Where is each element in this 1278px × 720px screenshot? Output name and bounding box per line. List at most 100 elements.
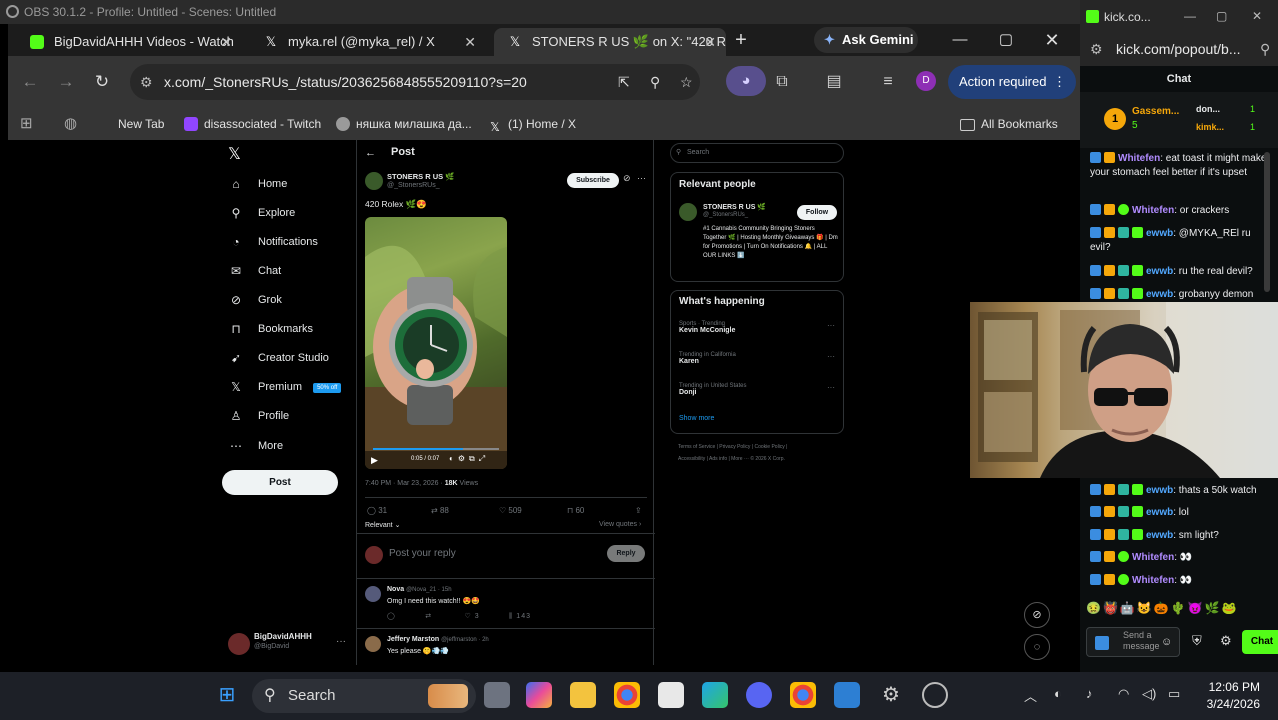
nav-notifications[interactable]: ◔ Notifications	[228, 232, 318, 252]
tweet-video[interactable]: ▶ 0:05 / 0:07 ◐⚙⧉⤢	[365, 217, 507, 469]
author-avatar[interactable]	[365, 172, 383, 190]
action-required-button[interactable]: Action required ⋮	[948, 65, 1076, 99]
settings-gear-icon[interactable]: ⚙	[1220, 633, 1232, 649]
tray-app-icon[interactable]: ◐	[1054, 686, 1062, 701]
store-icon[interactable]	[658, 682, 684, 708]
app-icon[interactable]	[834, 682, 860, 708]
file-explorer-icon[interactable]	[570, 682, 596, 708]
tab-kick[interactable]: BigDavidAHHH Videos - Watch ✕	[16, 28, 242, 56]
chat-bubble-icon[interactable]: ◌	[1024, 634, 1050, 660]
nav-home[interactable]: ⌂ Home	[228, 174, 287, 194]
reply-actions[interactable]: ◯ ⇄ ♡ 3 ⫼ 143	[387, 612, 531, 621]
volume-icon[interactable]: ◁)	[1142, 686, 1156, 702]
bookmark-home-x[interactable]: 𝕏 (1) Home / X	[488, 108, 576, 140]
close-window-icon[interactable]: ✕	[1252, 9, 1262, 23]
bookmark-new-tab[interactable]: New Tab	[118, 108, 164, 140]
globe-icon[interactable]: ◍	[64, 108, 77, 140]
zoom-icon[interactable]: ⚲	[650, 64, 660, 100]
nav-more[interactable]: ⋯ More	[228, 436, 283, 456]
all-bookmarks[interactable]: All Bookmarks	[960, 108, 1058, 140]
battery-icon[interactable]: ▭	[1168, 686, 1180, 702]
footer-links[interactable]: Terms of Service | Privacy Policy | Cook…	[678, 444, 787, 450]
extension-icon[interactable]: ◕	[726, 66, 766, 96]
microphone-icon[interactable]: ♪	[1086, 686, 1093, 701]
author-name[interactable]: STONERS R US 🌿	[703, 203, 766, 211]
settings-gear-icon[interactable]: ⚙	[878, 682, 904, 708]
avatar[interactable]	[679, 203, 697, 221]
author-name[interactable]: STONERS R US 🌿	[387, 172, 455, 181]
kick-url-bar[interactable]: ⚙ kick.com/popout/b... ⚲	[1080, 34, 1278, 66]
x-logo-icon[interactable]: 𝕏	[228, 144, 241, 164]
discord-icon[interactable]	[746, 682, 772, 708]
channel-icon[interactable]: ⛨	[1192, 633, 1202, 649]
install-icon[interactable]: ⇱	[618, 64, 630, 100]
view-quotes-link[interactable]: View quotes ›	[599, 521, 641, 528]
close-window-icon[interactable]: ✕	[1032, 28, 1072, 52]
chrome-profile-icon[interactable]	[790, 682, 816, 708]
trend-more-icon[interactable]: ···	[827, 321, 835, 330]
search-input[interactable]: ⚲ Search	[670, 143, 844, 163]
trend-item[interactable]: Trending in California Karen	[679, 352, 736, 365]
nav-premium[interactable]: 𝕏 Premium 50% off	[228, 377, 342, 397]
avatar[interactable]	[228, 633, 250, 655]
puzzle-icon[interactable]: ⧉	[770, 70, 794, 94]
close-tab-icon[interactable]: ✕	[704, 28, 716, 56]
ask-gemini-button[interactable]: ✦ Ask Gemini	[814, 27, 918, 53]
obs-icon[interactable]	[922, 682, 948, 708]
nav-creator-studio[interactable]: ➹ Creator Studio	[228, 348, 329, 368]
maximize-icon[interactable]: ▢	[1216, 9, 1227, 23]
maximize-icon[interactable]: ▢	[986, 28, 1026, 52]
star-icon[interactable]: ☆	[680, 64, 693, 100]
repost-stat[interactable]: ⇄ 88	[431, 506, 449, 515]
new-tab-button[interactable]: +	[730, 28, 752, 52]
share-icon[interactable]: ⇪	[635, 506, 642, 515]
bookmark-twitch[interactable]: disassociated - Twitch	[184, 108, 321, 140]
post-button[interactable]: Post	[222, 470, 338, 495]
chat-scrollbar[interactable]	[1264, 152, 1270, 292]
grok-float-icon[interactable]: ⊘	[1024, 602, 1050, 628]
chevron-up-icon[interactable]: ︿	[1024, 686, 1037, 705]
wifi-icon[interactable]: ◠	[1118, 686, 1129, 702]
play-icon[interactable]: ▶	[371, 455, 378, 466]
send-message-input[interactable]: Send a message ☺	[1086, 627, 1180, 657]
clock-time[interactable]: 12:06 PM	[1204, 680, 1260, 694]
forward-icon[interactable]: →	[54, 70, 78, 94]
subscribe-button[interactable]: Subscribe	[567, 173, 619, 188]
reload-icon[interactable]: ↻	[90, 70, 114, 94]
nav-chat[interactable]: ✉ Chat	[228, 261, 281, 281]
account-more-icon[interactable]: ···	[336, 636, 346, 647]
follow-button[interactable]: Follow	[797, 205, 837, 220]
site-info-icon[interactable]: ⚙	[140, 64, 153, 100]
trend-more-icon[interactable]: ···	[827, 383, 835, 392]
video-controls-icons[interactable]: ◐⚙⧉⤢	[449, 454, 489, 464]
nav-explore[interactable]: ⚲ Explore	[228, 203, 296, 223]
bookmark-nyashka[interactable]: няшка милашка да...	[336, 108, 472, 140]
chat-send-button[interactable]: Chat	[1242, 630, 1278, 654]
tab-search-icon[interactable]: ≡	[876, 70, 900, 94]
profile-avatar[interactable]: D	[916, 71, 936, 91]
minimize-icon[interactable]: —	[1184, 9, 1196, 23]
emote-bar[interactable]: 🤢👹🤖😺🎃🌵😈🌿🐸	[1086, 601, 1272, 619]
back-arrow-icon[interactable]: ←	[365, 147, 376, 159]
show-more-link[interactable]: Show more	[679, 415, 714, 422]
like-stat[interactable]: ♡ 509	[499, 506, 522, 515]
minimize-icon[interactable]: —	[940, 28, 980, 52]
sidepanel-icon[interactable]: ▤	[822, 70, 846, 94]
nav-bookmarks[interactable]: ⊓ Bookmarks	[228, 319, 313, 339]
nav-grok[interactable]: ⊘ Grok	[228, 290, 282, 310]
bookmark-stat[interactable]: ⊓ 60	[567, 506, 584, 515]
clock-date[interactable]: 3/24/2026	[1200, 697, 1260, 711]
taskbar-search[interactable]: ⚲ Search	[252, 679, 476, 713]
nav-profile[interactable]: ♙ Profile	[228, 406, 290, 426]
emoji-icon[interactable]: ☺	[1161, 636, 1172, 648]
task-view-icon[interactable]	[484, 682, 510, 708]
tab-myka[interactable]: 𝕏 myka.rel (@myka_rel) / X ✕	[250, 28, 486, 56]
reply-button[interactable]: Reply	[607, 545, 645, 562]
windows-start-icon[interactable]: ⊞	[214, 682, 240, 708]
trend-item[interactable]: Trending in United States Donji	[679, 383, 746, 396]
sort-relevant[interactable]: Relevant ⌄	[365, 521, 400, 529]
edge-icon[interactable]	[702, 682, 728, 708]
address-bar[interactable]: ⚙ x.com/_StonersRUs_/status/203625684855…	[130, 64, 700, 100]
reply-input[interactable]: Post your reply	[389, 548, 456, 559]
back-icon[interactable]: ←	[18, 70, 42, 94]
